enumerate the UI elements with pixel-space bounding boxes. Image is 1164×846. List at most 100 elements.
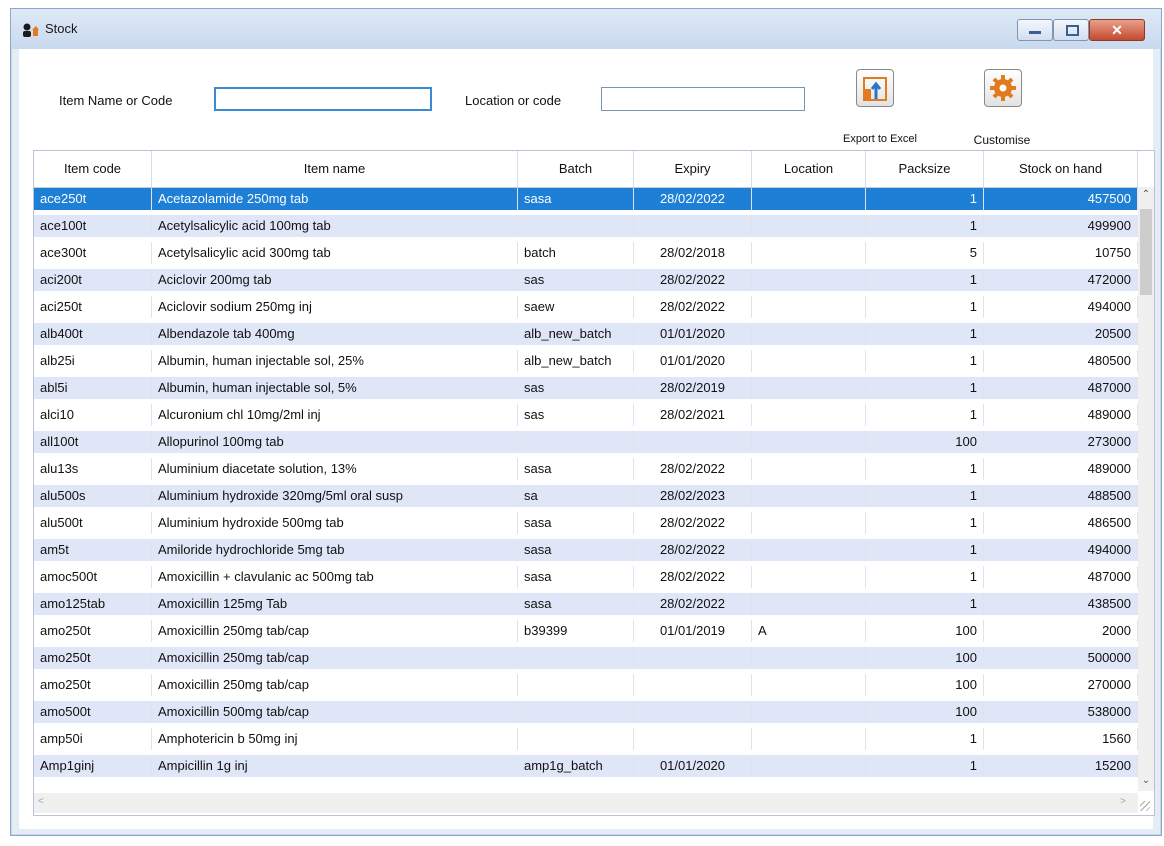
- gear-icon: [990, 75, 1016, 101]
- table-cell: Aciclovir sodium 250mg inj: [152, 296, 518, 318]
- table-cell: [518, 674, 634, 696]
- resize-grip-icon[interactable]: [1140, 801, 1150, 811]
- table-row[interactable]: amoc500t Amoxicillin + clavulanic ac 500m…: [34, 566, 1138, 588]
- table-cell: sasa: [518, 458, 634, 480]
- table-cell: sasa: [518, 539, 634, 561]
- table-cell: [634, 674, 752, 696]
- table-cell: [752, 296, 866, 318]
- table-cell: 28/02/2019: [634, 377, 752, 399]
- table-cell: 488500: [984, 485, 1138, 507]
- table-cell: 100: [866, 701, 984, 723]
- close-icon: ✕: [1111, 22, 1123, 38]
- table-cell: 28/02/2022: [634, 593, 752, 615]
- table-row[interactable]: ace100t Acetylsalicylic acid 100mg tab 1 49…: [34, 215, 1138, 237]
- table-cell: Amoxicillin 500mg tab/cap: [152, 701, 518, 723]
- table-row[interactable]: abl5i Albumin, human injectable sol, 5% sa…: [34, 377, 1138, 399]
- table-cell: 472000: [984, 269, 1138, 291]
- table-cell: Amphotericin b 50mg inj: [152, 728, 518, 750]
- table-cell: [752, 458, 866, 480]
- table-row[interactable]: alci10 Alcuronium chl 10mg/2ml inj sas 28/0…: [34, 404, 1138, 426]
- table-row[interactable]: alu13s Aluminium diacetate solution, 13% s…: [34, 458, 1138, 480]
- column-header[interactable]: Item code: [34, 151, 152, 187]
- table-cell: Albumin, human injectable sol, 25%: [152, 350, 518, 372]
- table-cell: [752, 539, 866, 561]
- column-header[interactable]: Stock on hand: [984, 151, 1138, 187]
- table-row[interactable]: am5t Amiloride hydrochloride 5mg tab sasa 2…: [34, 539, 1138, 561]
- export-to-excel-button[interactable]: [856, 69, 894, 107]
- table-row[interactable]: alb400t Albendazole tab 400mg alb_new_batc…: [34, 323, 1138, 345]
- table-cell: 487000: [984, 377, 1138, 399]
- table-cell: 1: [866, 404, 984, 426]
- table-row[interactable]: Amp1ginj Ampicillin 1g inj amp1g_batch 01/0…: [34, 755, 1138, 777]
- close-button[interactable]: ✕: [1089, 19, 1145, 41]
- table-cell: alci10: [34, 404, 152, 426]
- table-cell: Amiloride hydrochloride 5mg tab: [152, 539, 518, 561]
- table-cell: amo250t: [34, 674, 152, 696]
- table-cell: Albendazole tab 400mg: [152, 323, 518, 345]
- table-row[interactable]: aci250t Aciclovir sodium 250mg inj saew 28/…: [34, 296, 1138, 318]
- table-cell: [752, 485, 866, 507]
- table-row[interactable]: ace300t Acetylsalicylic acid 300mg tab bat…: [34, 242, 1138, 264]
- table-row[interactable]: ace250t Acetazolamide 250mg tab sasa 28/02/…: [34, 188, 1138, 210]
- table-cell: 1: [866, 566, 984, 588]
- table-row[interactable]: alu500t Aluminium hydroxide 500mg tab sasa…: [34, 512, 1138, 534]
- table-cell: Alcuronium chl 10mg/2ml inj: [152, 404, 518, 426]
- customise-button[interactable]: [984, 69, 1022, 107]
- vertical-scrollbar[interactable]: ⌃ ⌄: [1138, 187, 1154, 791]
- horizontal-scrollbar[interactable]: < >: [34, 793, 1138, 813]
- table-cell: saew: [518, 296, 634, 318]
- scroll-down-icon[interactable]: ⌄: [1138, 775, 1154, 786]
- scroll-left-icon[interactable]: <: [38, 796, 44, 807]
- location-search-input[interactable]: [601, 87, 805, 111]
- table-row[interactable]: amo250t Amoxicillin 250mg tab/cap b39399 01…: [34, 620, 1138, 642]
- maximize-button[interactable]: [1053, 19, 1089, 41]
- table-cell: 1: [866, 539, 984, 561]
- table-cell: 28/02/2021: [634, 404, 752, 426]
- scrollbar-thumb[interactable]: [1140, 209, 1152, 295]
- minimize-button[interactable]: [1017, 19, 1053, 41]
- item-search-input[interactable]: [214, 87, 432, 111]
- table-cell: [752, 593, 866, 615]
- table-cell: 1560: [984, 728, 1138, 750]
- table-cell: 15200: [984, 755, 1138, 777]
- table-row[interactable]: amo250t Amoxicillin 250mg tab/cap 100 50000…: [34, 647, 1138, 669]
- column-header[interactable]: Batch: [518, 151, 634, 187]
- scroll-up-icon[interactable]: ⌃: [1138, 189, 1154, 200]
- scroll-right-icon[interactable]: >: [1120, 796, 1126, 807]
- column-header[interactable]: Expiry: [634, 151, 752, 187]
- table-cell: amo500t: [34, 701, 152, 723]
- table-cell: alu13s: [34, 458, 152, 480]
- table-cell: amo250t: [34, 620, 152, 642]
- table-cell: Amoxicillin 250mg tab/cap: [152, 674, 518, 696]
- column-header[interactable]: Packsize: [866, 151, 984, 187]
- table-row[interactable]: aci200t Aciclovir 200mg tab sas 28/02/2022 1…: [34, 269, 1138, 291]
- column-header[interactable]: Item name: [152, 151, 518, 187]
- table-cell: sas: [518, 377, 634, 399]
- table-row[interactable]: alb25i Albumin, human injectable sol, 25%…: [34, 350, 1138, 372]
- table-cell: sa: [518, 485, 634, 507]
- table-cell: 100: [866, 674, 984, 696]
- table-row[interactable]: all100t Allopurinol 100mg tab 100 273000: [34, 431, 1138, 453]
- table-cell: [752, 269, 866, 291]
- table-cell: alb25i: [34, 350, 152, 372]
- table-cell: 28/02/2022: [634, 458, 752, 480]
- table-row[interactable]: alu500s Aluminium hydroxide 320mg/5ml ora…: [34, 485, 1138, 507]
- column-header[interactable]: Location: [752, 151, 866, 187]
- table-cell: alu500t: [34, 512, 152, 534]
- table-row[interactable]: amo500t Amoxicillin 500mg tab/cap 100 53800…: [34, 701, 1138, 723]
- table-row[interactable]: amo250t Amoxicillin 250mg tab/cap 100 27000…: [34, 674, 1138, 696]
- table-cell: [634, 431, 752, 453]
- title-bar[interactable]: Stock ✕: [11, 9, 1161, 49]
- table-row[interactable]: amo125tab Amoxicillin 125mg Tab sasa 28/02/…: [34, 593, 1138, 615]
- table-cell: 2000: [984, 620, 1138, 642]
- table-cell: aci200t: [34, 269, 152, 291]
- table-cell: 1: [866, 485, 984, 507]
- table-cell: 28/02/2022: [634, 296, 752, 318]
- table-row[interactable]: amp50i Amphotericin b 50mg inj 1 1560: [34, 728, 1138, 750]
- table-cell: [752, 728, 866, 750]
- table-cell: Amoxicillin 250mg tab/cap: [152, 620, 518, 642]
- table-cell: 10750: [984, 242, 1138, 264]
- stock-grid[interactable]: Item code Item name Batch Expiry Location Pac…: [33, 150, 1155, 816]
- table-cell: Aluminium diacetate solution, 13%: [152, 458, 518, 480]
- window-title: Stock: [45, 21, 78, 36]
